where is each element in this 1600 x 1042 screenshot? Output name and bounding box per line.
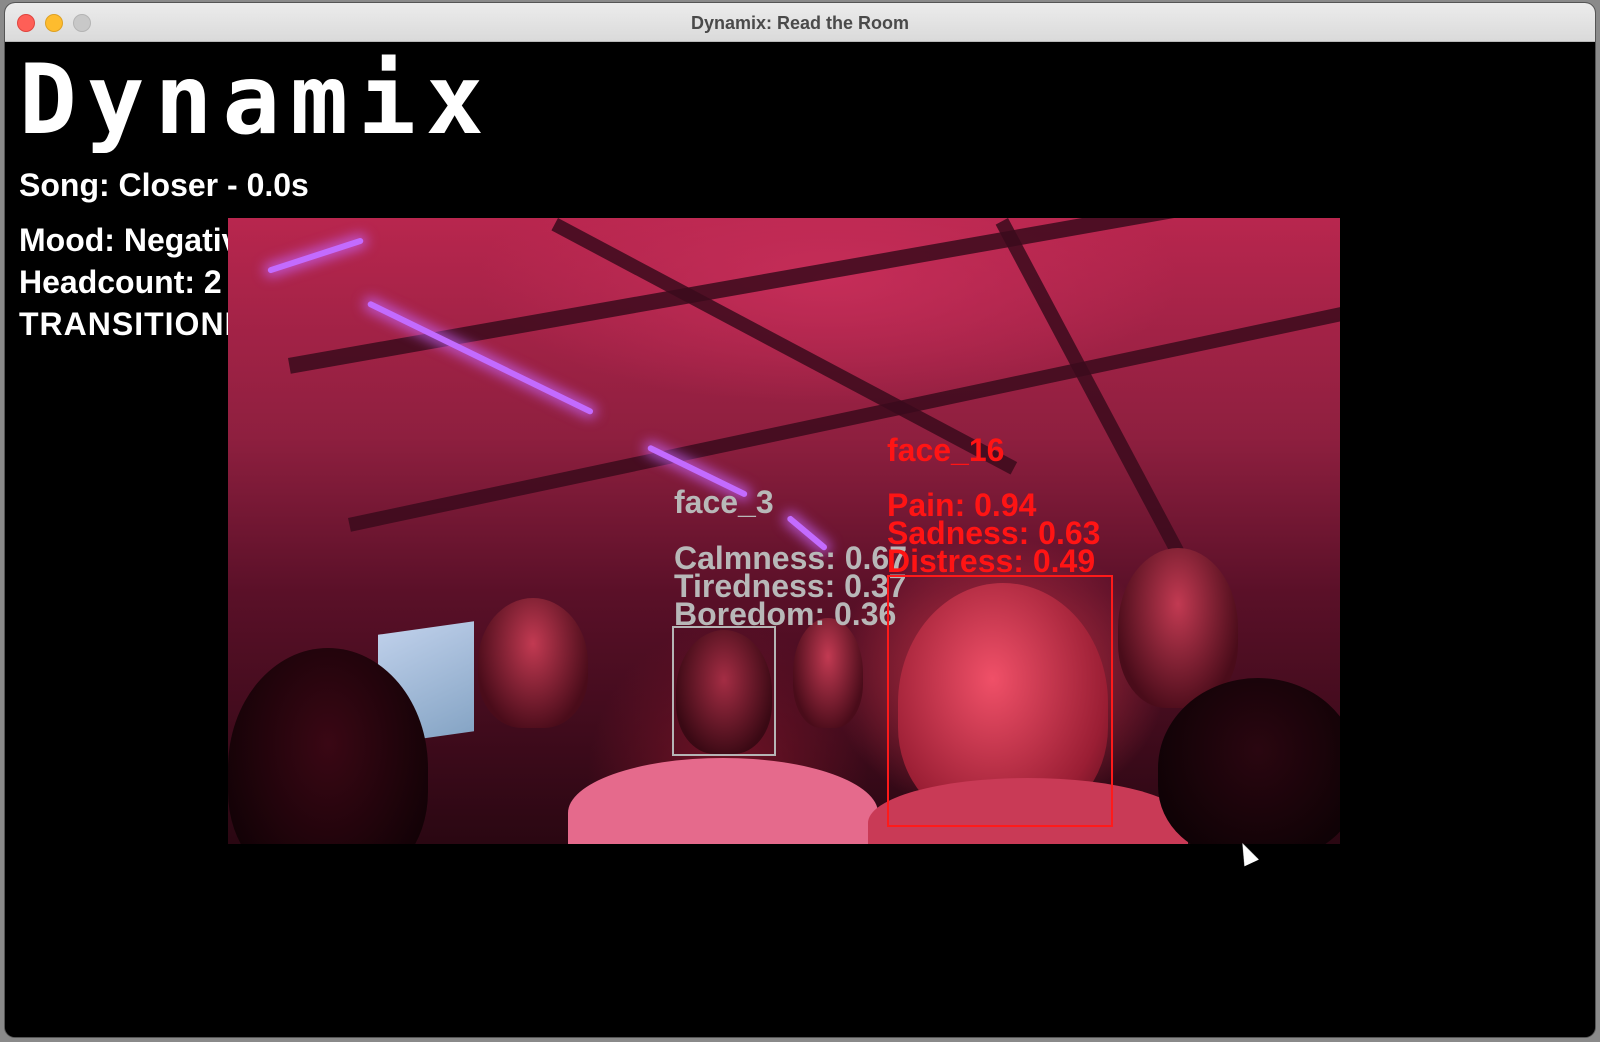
face-id-label: face_16 xyxy=(887,432,1005,468)
face-detection-box xyxy=(672,626,776,756)
face-id-label: face_3 xyxy=(674,484,774,520)
headcount-status: Headcount: 2 xyxy=(19,264,222,300)
app-canvas: Dynamix Song: Closer - 0.0s Mood: Negati… xyxy=(5,42,1595,1037)
emotion-label: Distress: 0.49 xyxy=(887,543,1096,579)
person-silhouette xyxy=(478,598,588,728)
person-shirt xyxy=(568,758,878,844)
emotion-label: Boredom: 0.36 xyxy=(674,596,897,632)
app-logo: Dynamix xyxy=(19,44,494,156)
face-detection-box xyxy=(887,575,1113,827)
person-silhouette xyxy=(793,618,863,728)
song-status: Song: Closer - 0.0s xyxy=(19,167,309,203)
camera-feed: face_3 Calmness: 0.67 Tiredness: 0.37 Bo… xyxy=(228,218,1340,844)
title-bar[interactable]: Dynamix: Read the Room xyxy=(5,3,1595,42)
neon-light xyxy=(267,237,365,274)
mood-status: Mood: Negative xyxy=(19,222,258,258)
app-window: Dynamix: Read the Room Dynamix Song: Clo… xyxy=(5,3,1595,1037)
window-title: Dynamix: Read the Room xyxy=(690,13,910,33)
